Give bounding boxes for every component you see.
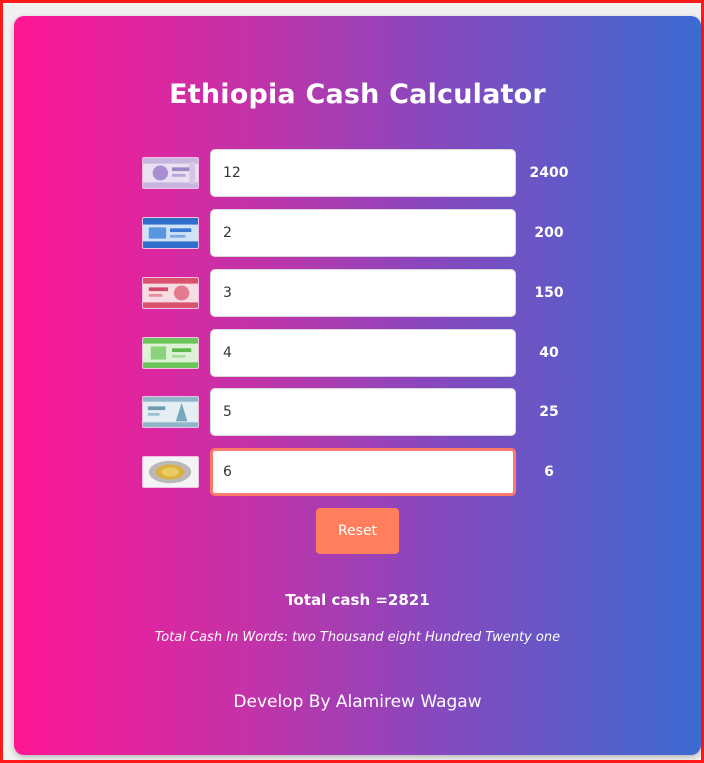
calculator-card: Ethiopia Cash Calculator 2400 (14, 16, 701, 755)
birr-1-coin-icon (142, 456, 199, 488)
birr-200-note-icon (142, 157, 199, 189)
quantity-input-1[interactable] (210, 448, 516, 496)
denomination-row-1: 6 (14, 448, 701, 496)
denomination-row-50: 150 (14, 269, 701, 317)
birr-50-note-icon (142, 277, 199, 309)
subtotal-50: 150 (534, 285, 564, 301)
browser-frame: Ethiopia Cash Calculator 2400 (0, 0, 704, 763)
quantity-input-50[interactable] (210, 269, 516, 317)
page-title: Ethiopia Cash Calculator (169, 79, 546, 110)
subtotal-1: 6 (544, 464, 554, 480)
denomination-row-100: 200 (14, 209, 701, 257)
subtotal-100: 200 (534, 225, 564, 241)
developer-credit: Develop By Alamirew Wagaw (233, 692, 482, 712)
denomination-row-10: 40 (14, 329, 701, 377)
quantity-input-10[interactable] (210, 329, 516, 377)
quantity-input-100[interactable] (210, 209, 516, 257)
subtotal-10: 40 (539, 345, 559, 361)
birr-10-note-icon (142, 337, 199, 369)
total-cash: Total cash =2821 (285, 591, 430, 609)
denomination-row-5: 25 (14, 388, 701, 436)
birr-5-note-icon (142, 396, 199, 428)
birr-100-note-icon (142, 217, 199, 249)
quantity-input-200[interactable] (210, 149, 516, 197)
denomination-row-200: 2400 (14, 149, 701, 197)
subtotal-200: 2400 (529, 165, 569, 181)
reset-button[interactable]: Reset (316, 508, 399, 554)
quantity-input-5[interactable] (210, 388, 516, 436)
subtotal-5: 25 (539, 404, 559, 420)
total-in-words: Total Cash In Words: two Thousand eight … (154, 630, 561, 645)
